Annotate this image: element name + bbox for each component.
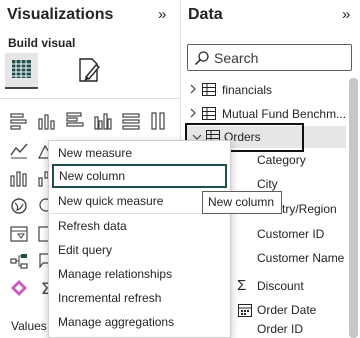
chevron-right-icon[interactable] <box>188 84 198 94</box>
search-icon <box>194 51 209 66</box>
field-discount[interactable]: Σ Discount <box>237 275 347 297</box>
field-order-id[interactable]: Order ID <box>257 322 303 338</box>
paintbrush-page-icon <box>79 58 101 82</box>
clustered-bar-chart-icon[interactable] <box>65 111 85 131</box>
map-globe-icon[interactable] <box>9 196 29 216</box>
field-customer-name[interactable]: Customer Name <box>257 251 344 273</box>
table-icon <box>202 83 216 96</box>
table-grid-icon <box>12 60 31 78</box>
menu-item-refresh-data[interactable]: Refresh data <box>49 214 230 238</box>
field-label: Order Date <box>257 303 317 317</box>
menu-item-manage-aggregations[interactable]: Manage aggregations <box>49 310 230 334</box>
menu-item-edit-query[interactable]: Edit query <box>49 238 230 262</box>
stacked-column-chart-icon[interactable] <box>37 111 57 131</box>
search-placeholder: Search <box>214 50 259 66</box>
line-chart-icon[interactable] <box>9 140 29 160</box>
field-customer-id[interactable]: Customer ID <box>257 227 324 249</box>
chevron-right-icon[interactable] <box>188 108 198 118</box>
field-label: Order ID <box>257 322 304 336</box>
double-chevron-right-icon[interactable]: » <box>342 6 351 23</box>
clustered-column-chart-icon[interactable] <box>93 111 113 131</box>
table-row-financials[interactable]: financials <box>182 79 347 101</box>
visualizations-title: Visualizations <box>7 6 114 23</box>
menu-item-new-column[interactable]: New column <box>52 164 227 188</box>
slicer-icon[interactable] <box>9 224 29 244</box>
menu-item-manage-relationships[interactable]: Manage relationships <box>49 262 230 286</box>
field-label: Category <box>257 153 306 167</box>
double-chevron-right-icon[interactable]: » <box>158 6 167 23</box>
scrollbar[interactable] <box>349 78 358 338</box>
ribbon-chart-icon[interactable] <box>9 168 29 188</box>
field-category[interactable]: Category <box>257 153 306 175</box>
values-label: Values <box>11 319 47 333</box>
menu-item-incremental-refresh[interactable]: Incremental refresh <box>49 286 230 310</box>
field-label: City <box>257 177 278 191</box>
stacked-column-100-icon[interactable] <box>149 111 169 131</box>
build-visual-tab[interactable] <box>5 53 38 89</box>
decomposition-tree-icon[interactable] <box>9 251 29 271</box>
field-label: Customer ID <box>257 227 325 241</box>
context-menu: New measure New column New quick measure… <box>48 140 231 338</box>
format-visual-tab[interactable] <box>74 55 104 85</box>
table-row-mutual-fund[interactable]: Mutual Fund Benchm... <box>182 103 347 125</box>
calendar-icon <box>238 304 252 317</box>
data-title: Data <box>188 6 223 23</box>
power-apps-diamond-icon[interactable] <box>9 278 29 298</box>
table-icon <box>202 107 216 120</box>
search-input[interactable]: Search <box>187 44 352 71</box>
field-label: try/Region <box>282 202 337 216</box>
build-visual-label: Build visual <box>8 36 76 50</box>
tooltip: New column <box>202 191 282 214</box>
field-label: Discount <box>257 279 304 293</box>
sigma-icon: Σ <box>237 277 247 294</box>
stacked-bar-chart-icon[interactable] <box>9 111 29 131</box>
stacked-bar-100-icon[interactable] <box>121 111 141 131</box>
table-label: financials <box>222 83 273 97</box>
table-label: Mutual Fund Benchm... <box>222 107 347 121</box>
divider <box>0 98 181 99</box>
menu-item-new-measure[interactable]: New measure <box>49 141 230 165</box>
field-order-date[interactable]: Order Date <box>237 299 347 321</box>
field-country-region[interactable]: try/Region <box>282 202 337 224</box>
field-label: Customer Name <box>257 251 345 265</box>
